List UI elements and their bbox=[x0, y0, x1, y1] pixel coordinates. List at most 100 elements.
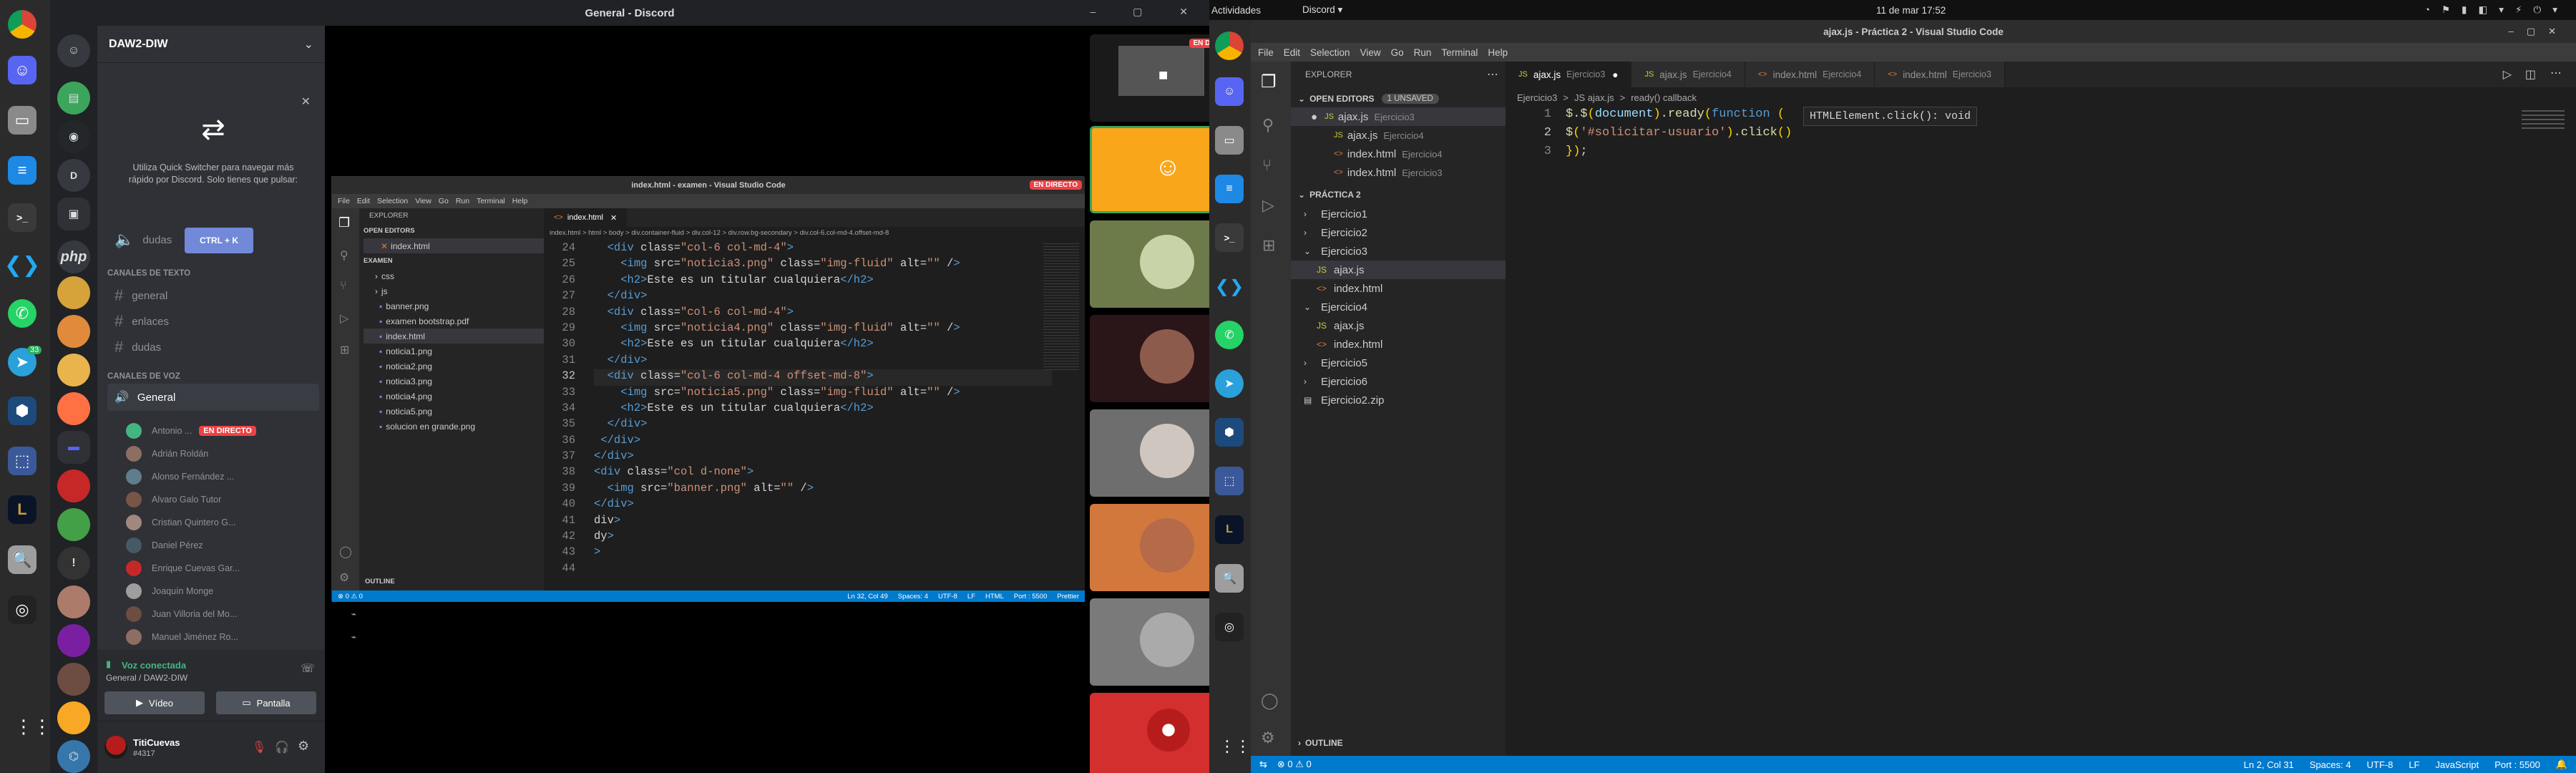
window-controls[interactable]: – ▢ ✕ bbox=[1090, 6, 1205, 18]
tree-item[interactable]: › Ejercicio6 bbox=[1291, 372, 1506, 391]
voice-user[interactable]: Juan Villoria del Mo... ⌁ bbox=[126, 603, 362, 626]
server-icon[interactable]: ▣ bbox=[57, 198, 90, 230]
server-icon[interactable] bbox=[57, 701, 90, 734]
voice-user[interactable]: Manuel Jiménez Ro... ⌁ bbox=[126, 626, 362, 648]
server-header[interactable]: DAW2-DIW ⌄ bbox=[97, 26, 325, 63]
search-icon[interactable]: ⚲ bbox=[1262, 116, 1274, 135]
channel-general[interactable]: # general bbox=[107, 282, 365, 309]
extensions-icon[interactable]: ⊞ bbox=[1262, 236, 1275, 255]
menu-run[interactable]: Run bbox=[1414, 47, 1432, 58]
open-editor-item[interactable]: <> index.html Ejercicio4 bbox=[1291, 145, 1506, 163]
server-icon[interactable]: php bbox=[57, 240, 90, 273]
open-editor-item[interactable]: <> index.html Ejercicio3 bbox=[1291, 163, 1506, 182]
open-editor-item[interactable]: JS ajax.js Ejercicio4 bbox=[1291, 126, 1506, 145]
window-controls[interactable]: –▢✕ bbox=[2509, 26, 2569, 37]
mic-muted-icon[interactable]: 🎙 bbox=[252, 740, 266, 754]
search-tool-icon[interactable]: ◎ bbox=[1215, 613, 1244, 641]
screenshot-icon[interactable]: ⬚ bbox=[1215, 467, 1244, 495]
project-header[interactable]: ⌄ PRÁCTICA 2 bbox=[1298, 186, 1361, 203]
split-editor-icon[interactable]: ◫ bbox=[2525, 67, 2536, 82]
image-viewer-icon[interactable]: 🔍 bbox=[1215, 564, 1244, 593]
bell-icon[interactable]: 🔔 bbox=[2556, 759, 2567, 770]
voice-channels-category[interactable]: CANALES DE VOZ bbox=[107, 372, 180, 381]
screen-button[interactable]: ▭ Pantalla bbox=[216, 691, 316, 714]
disconnect-icon[interactable]: ☏ bbox=[301, 661, 315, 676]
vscode-icon[interactable]: ❮❯ bbox=[1215, 272, 1244, 301]
virtualbox-icon[interactable]: ⬢ bbox=[1215, 418, 1244, 447]
eol[interactable]: LF bbox=[2409, 759, 2419, 770]
discord-icon[interactable]: ☺ bbox=[8, 56, 36, 84]
menu-help[interactable]: Help bbox=[1488, 47, 1508, 58]
tree-item[interactable]: ⌄ Ejercicio3 bbox=[1291, 242, 1506, 261]
tree-item[interactable]: ⌄ Ejercicio4 bbox=[1291, 298, 1506, 316]
breadcrumb-file[interactable]: JS ajax.js bbox=[1574, 92, 1614, 103]
tree-item[interactable]: <> index.html bbox=[1291, 279, 1506, 298]
vscode-icon[interactable]: ❮❯ bbox=[4, 251, 40, 279]
editor-tab[interactable]: JS ajax.js Ejercicio3 ● bbox=[1506, 62, 1632, 87]
voice-user[interactable]: Adrián Roldán⌁ bbox=[126, 442, 362, 465]
server-icon[interactable]: ◉ bbox=[57, 120, 90, 153]
whatsapp-icon[interactable]: ✆ bbox=[1215, 321, 1244, 349]
more-icon[interactable]: ⋯ bbox=[1487, 67, 1498, 82]
virtualbox-icon[interactable]: ⬢ bbox=[8, 397, 36, 425]
channel-dudas-top[interactable]: 🔈 dudas bbox=[107, 226, 365, 253]
whatsapp-icon[interactable]: ✆ bbox=[8, 299, 36, 328]
channel-enlaces[interactable]: # enlaces bbox=[107, 308, 365, 335]
server-icon[interactable]: ⌬ bbox=[57, 740, 90, 773]
discord-home-icon[interactable]: ☺ bbox=[57, 34, 90, 67]
more-icon[interactable]: ⋯ bbox=[2550, 66, 2562, 80]
server-icon[interactable] bbox=[57, 354, 90, 386]
voice-user[interactable]: Antonio ...EN DIRECTO⌁ bbox=[126, 419, 362, 442]
tree-item[interactable]: <> index.html bbox=[1291, 335, 1506, 354]
tree-item[interactable]: JS ajax.js bbox=[1291, 261, 1506, 279]
server-icon[interactable]: ▤ bbox=[57, 82, 90, 115]
voice-user[interactable]: Daniel Pérez⌁ bbox=[126, 534, 362, 557]
menu-file[interactable]: File bbox=[1258, 47, 1274, 58]
libreoffice-writer-icon[interactable]: ≡ bbox=[8, 156, 36, 185]
tree-item[interactable]: › Ejercicio1 bbox=[1291, 205, 1506, 223]
language-mode[interactable]: JavaScript bbox=[2436, 759, 2479, 770]
voice-user[interactable]: Alvaro Galo Tutor⌁ bbox=[126, 488, 362, 511]
voice-user[interactable]: Alonso Fernández ...⌁ bbox=[126, 465, 362, 488]
voice-user[interactable]: Cristian Quintero G...⌁ bbox=[126, 511, 362, 534]
encoding[interactable]: UTF-8 bbox=[2366, 759, 2393, 770]
server-icon[interactable] bbox=[57, 508, 90, 541]
tree-item[interactable]: JS ajax.js bbox=[1291, 316, 1506, 335]
app-menu[interactable]: Discord ▾ bbox=[1302, 4, 1342, 16]
server-icon[interactable] bbox=[57, 315, 90, 348]
source-control-icon[interactable]: ⑂ bbox=[1262, 156, 1272, 175]
breadcrumb-folder[interactable]: Ejercicio3 bbox=[1517, 92, 1557, 103]
remote-icon[interactable]: ⇆ bbox=[1259, 759, 1267, 770]
stream-view[interactable]: index.html - examen - Visual Studio Code… bbox=[331, 176, 1085, 602]
voice-user[interactable]: Joaquín Monge⌁ bbox=[126, 580, 362, 603]
activities-button[interactable]: Actividades bbox=[1211, 5, 1261, 16]
channel-dudas[interactable]: # dudas bbox=[107, 334, 365, 361]
cursor-position[interactable]: Ln 2, Col 31 bbox=[2244, 759, 2294, 770]
voice-channel-general[interactable]: 🔊 General bbox=[107, 384, 319, 411]
files-icon[interactable]: ▭ bbox=[8, 106, 36, 135]
tree-item[interactable]: › Ejercicio2 bbox=[1291, 223, 1506, 242]
server-icon[interactable] bbox=[57, 663, 90, 696]
files-icon[interactable]: ▭ bbox=[1215, 126, 1244, 155]
code-editor[interactable]: $.$(document).ready(function ( $('#solic… bbox=[1566, 107, 2496, 163]
headphones-icon[interactable]: 🎧 bbox=[275, 740, 289, 754]
indentation[interactable]: Spaces: 4 bbox=[2310, 759, 2351, 770]
editor-tab[interactable]: <> index.html Ejercicio4 bbox=[1745, 62, 1875, 87]
image-viewer-icon[interactable]: 🔍 bbox=[8, 545, 36, 574]
tray-icons[interactable]: ◔⚑▮◧▾⚡⏻▾ bbox=[2424, 4, 2569, 16]
video-button[interactable]: ▶ Vídeo bbox=[104, 691, 205, 714]
league-icon[interactable]: L bbox=[8, 495, 36, 524]
explorer-icon[interactable]: ❐ bbox=[1261, 72, 1277, 92]
manage-icon[interactable]: ⚙ bbox=[1261, 729, 1275, 747]
discord-icon[interactable]: ☺ bbox=[1215, 77, 1244, 106]
problems-indicator[interactable]: ⊗ 0 ⚠ 0 bbox=[1277, 759, 1312, 770]
gear-icon[interactable]: ⚙ bbox=[298, 739, 309, 754]
league-icon[interactable]: L bbox=[1215, 515, 1244, 544]
tree-item[interactable]: ▤ Ejercicio2.zip bbox=[1291, 391, 1506, 409]
menu-terminal[interactable]: Terminal bbox=[1441, 47, 1478, 58]
screenshot-icon[interactable]: ⬚ bbox=[8, 447, 36, 475]
text-channels-category[interactable]: CANALES DE TEXTO bbox=[107, 269, 190, 278]
server-icon[interactable] bbox=[57, 585, 90, 618]
live-server-port[interactable]: Port : 5500 bbox=[2494, 759, 2540, 770]
search-tool-icon[interactable]: ◎ bbox=[8, 595, 36, 624]
